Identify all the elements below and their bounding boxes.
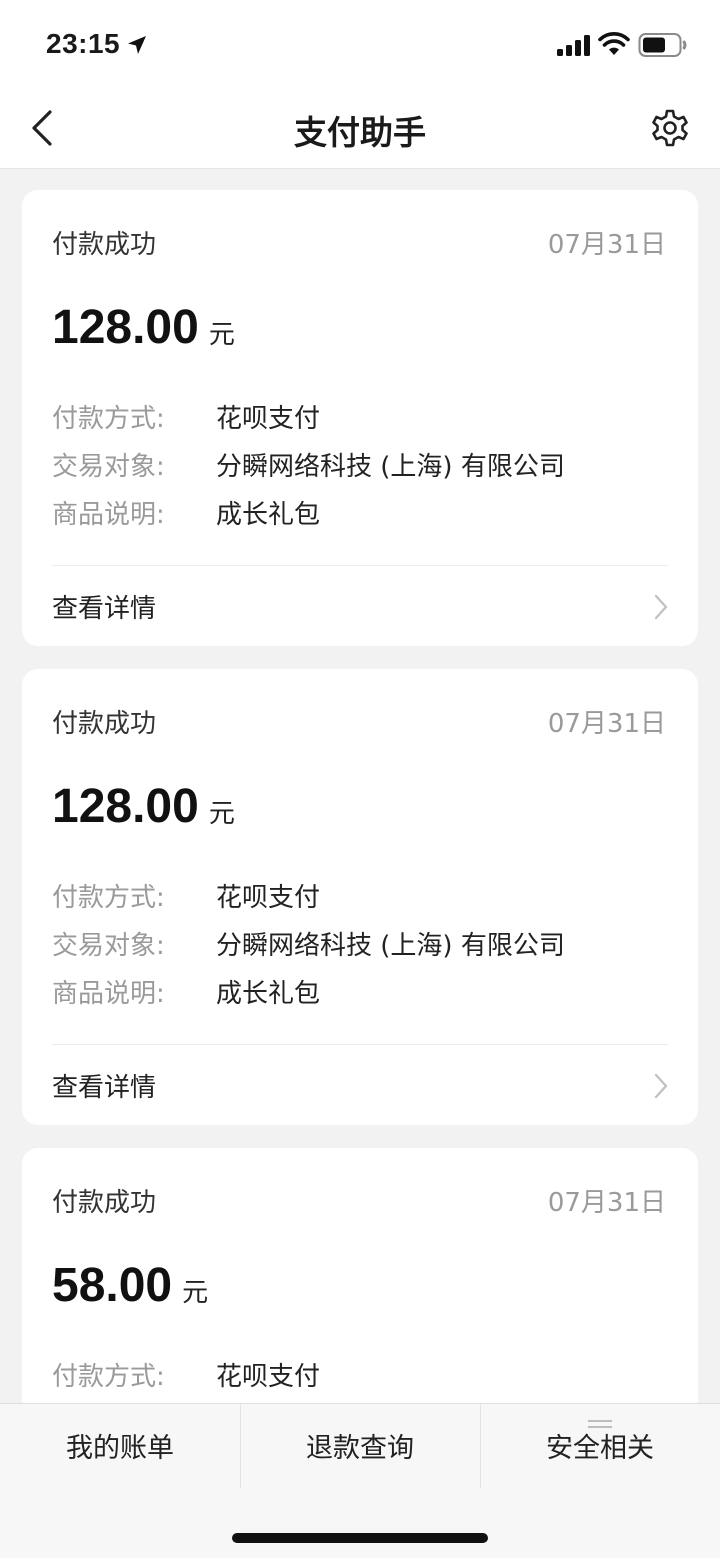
amount-row: 128.00 元 bbox=[52, 779, 235, 834]
chevron-right-icon bbox=[654, 1073, 668, 1099]
payment-amount: 128.00 bbox=[52, 780, 199, 833]
currency-unit: 元 bbox=[208, 320, 235, 350]
counterparty-row: 交易对象: 分瞬网络科技 (上海) 有限公司 bbox=[52, 446, 565, 482]
payment-method-row: 付款方式: 花呗支付 bbox=[52, 877, 320, 913]
signal-icon bbox=[557, 35, 590, 56]
counterparty-value: 分瞬网络科技 (上海) 有限公司 bbox=[216, 931, 565, 961]
counterparty-label: 交易对象: bbox=[52, 452, 165, 482]
home-indicator[interactable] bbox=[232, 1533, 488, 1543]
currency-unit: 元 bbox=[208, 799, 235, 829]
payment-method-value: 花呗支付 bbox=[216, 404, 321, 434]
counterparty-label: 交易对象: bbox=[52, 931, 165, 961]
wifi-icon bbox=[598, 32, 630, 55]
payment-method-value: 花呗支付 bbox=[216, 883, 321, 913]
product-row: 商品说明: 成长礼包 bbox=[52, 494, 320, 530]
tab-refund-query[interactable]: 退款查询 bbox=[240, 1404, 480, 1494]
product-label: 商品说明: bbox=[52, 979, 165, 1009]
chevron-right-icon bbox=[654, 594, 668, 620]
message-feed[interactable]: 付款成功 07月31日 128.00 元 付款方式: 花呗支付 交易对象: 分瞬网络科… bbox=[0, 169, 720, 1403]
payment-status: 付款成功 bbox=[52, 709, 157, 739]
location-arrow-icon bbox=[128, 36, 146, 54]
payment-status: 付款成功 bbox=[52, 230, 157, 260]
payment-date: 07月31日 bbox=[547, 1188, 666, 1218]
counterparty-row: 交易对象: 分瞬网络科技 (上海) 有限公司 bbox=[52, 925, 565, 961]
payment-amount: 128.00 bbox=[52, 301, 199, 354]
payment-card: 付款成功 07月31日 128.00 元 付款方式: 花呗支付 交易对象: 分瞬网络科… bbox=[22, 190, 698, 646]
payment-method-label: 付款方式: bbox=[52, 883, 165, 913]
tab-my-bills[interactable]: 我的账单 bbox=[0, 1404, 240, 1494]
currency-unit: 元 bbox=[182, 1278, 209, 1308]
amount-row: 128.00 元 bbox=[52, 300, 235, 355]
battery-icon bbox=[638, 33, 687, 57]
bottom-tab-bar: 我的账单 退款查询 安全相关 bbox=[0, 1403, 720, 1558]
payment-status: 付款成功 bbox=[52, 1188, 157, 1218]
payment-method-label: 付款方式: bbox=[52, 1362, 165, 1392]
product-row: 商品说明: 成长礼包 bbox=[52, 973, 320, 1009]
payment-method-row: 付款方式: 花呗支付 bbox=[52, 1356, 320, 1392]
status-bar: 23:15 bbox=[0, 0, 720, 88]
counterparty-value: 分瞬网络科技 (上海) 有限公司 bbox=[216, 452, 565, 482]
payment-method-label: 付款方式: bbox=[52, 404, 165, 434]
view-details-link[interactable]: 查看详情 bbox=[22, 1045, 698, 1125]
page-title: 支付助手 bbox=[294, 113, 426, 152]
nav-bar: 支付助手 bbox=[0, 88, 720, 169]
menu-icon bbox=[588, 1420, 612, 1428]
amount-row: 58.00 元 bbox=[52, 1258, 208, 1313]
payment-amount: 58.00 bbox=[52, 1259, 173, 1312]
view-details-label: 查看详情 bbox=[52, 594, 157, 624]
product-value: 成长礼包 bbox=[216, 979, 321, 1009]
payment-date: 07月31日 bbox=[547, 230, 666, 260]
product-label: 商品说明: bbox=[52, 500, 165, 530]
status-time: 23:15 bbox=[46, 28, 121, 59]
payment-card: 付款成功 07月31日 128.00 元 付款方式: 花呗支付 交易对象: 分瞬网络科… bbox=[22, 669, 698, 1125]
payment-method-row: 付款方式: 花呗支付 bbox=[52, 398, 320, 434]
view-details-label: 查看详情 bbox=[52, 1073, 157, 1103]
gear-icon[interactable] bbox=[650, 108, 690, 148]
product-value: 成长礼包 bbox=[216, 500, 321, 530]
payment-method-value: 花呗支付 bbox=[216, 1362, 321, 1392]
payment-card: 付款成功 07月31日 58.00 元 付款方式: 花呗支付 bbox=[22, 1148, 698, 1403]
view-details-link[interactable]: 查看详情 bbox=[22, 566, 698, 646]
payment-date: 07月31日 bbox=[547, 709, 666, 739]
